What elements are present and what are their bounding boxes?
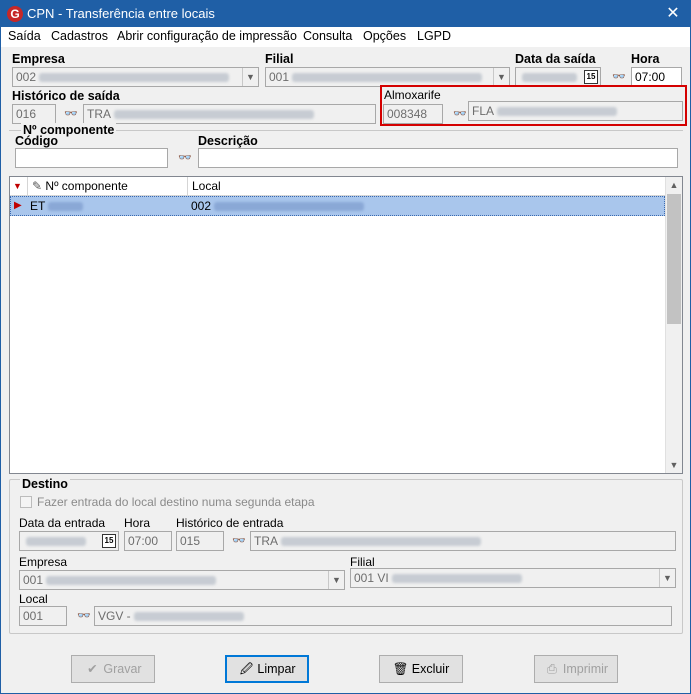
binoculars-icon[interactable]: 👓 bbox=[77, 610, 91, 622]
menu-consulta[interactable]: Consulta bbox=[303, 29, 352, 43]
segunda-etapa-label: Fazer entrada do local destino numa segu… bbox=[37, 495, 315, 509]
data-entrada-label: Data da entrada bbox=[19, 516, 106, 530]
excluir-button[interactable]: 🗑 Excluir bbox=[379, 655, 463, 683]
destino-group: Destino Fazer entrada do local destino n… bbox=[9, 477, 683, 634]
binoculars-icon[interactable]: 👓 bbox=[178, 152, 192, 164]
hora-field[interactable]: 07:00 bbox=[631, 67, 682, 87]
segunda-etapa-checkbox[interactable] bbox=[20, 496, 32, 508]
main-window: G CPN - Transferência entre locais ✕ Saí… bbox=[0, 0, 691, 694]
eraser-icon: 🖉 bbox=[239, 662, 254, 676]
local-code-field[interactable]: 001 bbox=[19, 606, 67, 626]
descricao-label: Descrição bbox=[198, 134, 258, 148]
destino-filial-value: 001 VI bbox=[354, 571, 389, 585]
grid-header: ▼ ✎ Nº componente Local bbox=[10, 177, 665, 196]
cell-componente-value: ET bbox=[30, 199, 46, 213]
gravar-button[interactable]: ✔ Gravar bbox=[71, 655, 155, 683]
destino-hora-field[interactable]: 07:00 bbox=[124, 531, 172, 551]
data-saida-label: Data da saída bbox=[515, 52, 596, 66]
codigo-label: Código bbox=[15, 134, 59, 148]
table-row[interactable]: ▶ ET 002 bbox=[10, 196, 665, 216]
empresa-combo[interactable]: 002 ▼ bbox=[12, 67, 259, 87]
cell-local-value: 002 bbox=[191, 199, 212, 213]
trash-icon: 🗑 bbox=[392, 662, 409, 676]
filial-combo[interactable]: 001 ▼ bbox=[265, 67, 510, 87]
imprimir-button[interactable]: ⎙ Imprimir bbox=[534, 655, 618, 683]
gravar-button-label: Gravar bbox=[103, 662, 142, 676]
app-logo-icon: G bbox=[7, 6, 23, 22]
limpar-button[interactable]: 🖉 Limpar bbox=[225, 655, 309, 683]
chevron-down-icon[interactable]: ▼ bbox=[242, 68, 258, 86]
destino-group-label: Destino bbox=[20, 477, 70, 491]
destino-hora-label: Hora bbox=[124, 516, 151, 530]
sort-indicator-icon[interactable]: ▼ bbox=[10, 177, 28, 196]
chevron-down-icon[interactable]: ▼ bbox=[328, 571, 344, 589]
filial-value: 001 bbox=[269, 70, 290, 84]
edit-document-icon: ✎ bbox=[32, 179, 43, 193]
column-header-local[interactable]: Local bbox=[188, 177, 665, 196]
cell-local[interactable]: 002 bbox=[188, 197, 658, 215]
destino-filial-label: Filial bbox=[350, 555, 375, 569]
historico-desc-value: TRA bbox=[87, 107, 111, 121]
calendar-icon[interactable]: 15 bbox=[584, 70, 598, 84]
printer-icon: ⎙ bbox=[546, 662, 557, 676]
menu-lgpd[interactable]: LGPD bbox=[417, 29, 451, 43]
window-title: CPN - Transferência entre locais bbox=[27, 6, 215, 21]
local-label: Local bbox=[19, 592, 48, 606]
historico-entrada-label: Histórico de entrada bbox=[176, 516, 284, 530]
filial-label: Filial bbox=[265, 52, 294, 66]
menu-abrir-configuracao[interactable]: Abrir configuração de impressão bbox=[117, 29, 297, 43]
destino-empresa-combo[interactable]: 001 ▼ bbox=[19, 570, 345, 590]
historico-desc-field: TRA bbox=[83, 104, 376, 124]
imprimir-button-label: Imprimir bbox=[562, 662, 609, 676]
destino-empresa-value: 001 bbox=[23, 573, 44, 587]
historico-code-field[interactable]: 016 bbox=[12, 104, 56, 124]
highlight-box bbox=[380, 85, 687, 126]
historico-entrada-code-field[interactable]: 015 bbox=[176, 531, 224, 551]
menu-opcoes[interactable]: Opções bbox=[363, 29, 406, 43]
data-saida-field[interactable]: 15 bbox=[515, 67, 601, 87]
empresa-label: Empresa bbox=[12, 52, 65, 66]
descricao-input[interactable] bbox=[198, 148, 678, 168]
cell-componente[interactable]: ET bbox=[27, 197, 187, 215]
local-desc-value: VGV - bbox=[98, 609, 131, 623]
componentes-grid[interactable]: ▼ ✎ Nº componente Local ▶ ET 002 ▲ ▼ bbox=[9, 176, 683, 474]
binoculars-icon[interactable]: 👓 bbox=[64, 108, 78, 120]
scrollbar-thumb[interactable] bbox=[667, 194, 681, 324]
scroll-up-icon[interactable]: ▲ bbox=[666, 177, 682, 193]
row-pointer-icon: ▶ bbox=[14, 200, 22, 211]
historico-saida-label: Histórico de saída bbox=[12, 89, 120, 103]
destino-filial-combo[interactable]: 001 VI ▼ bbox=[350, 568, 676, 588]
column-header-componente[interactable]: ✎ Nº componente bbox=[28, 177, 188, 196]
grid-vertical-scrollbar[interactable]: ▲ ▼ bbox=[665, 177, 682, 473]
menu-cadastros[interactable]: Cadastros bbox=[51, 29, 108, 43]
checkmark-icon: ✔ bbox=[87, 662, 98, 676]
column-header-componente-label: Nº componente bbox=[45, 179, 128, 193]
codigo-input[interactable] bbox=[15, 148, 168, 168]
title-bar: G CPN - Transferência entre locais ✕ bbox=[1, 1, 690, 27]
close-button[interactable]: ✕ bbox=[656, 1, 690, 27]
data-entrada-field[interactable]: 15 bbox=[19, 531, 119, 551]
excluir-button-label: Excluir bbox=[411, 662, 450, 676]
limpar-button-label: Limpar bbox=[257, 662, 296, 676]
destino-empresa-label: Empresa bbox=[19, 555, 68, 569]
calendar-icon[interactable]: 15 bbox=[102, 534, 116, 548]
chevron-down-icon[interactable]: ▼ bbox=[493, 68, 509, 86]
chevron-down-icon[interactable]: ▼ bbox=[659, 569, 675, 587]
local-desc-field: VGV - bbox=[94, 606, 672, 626]
menu-saida[interactable]: Saída bbox=[8, 29, 41, 43]
hora-label: Hora bbox=[631, 52, 660, 66]
binoculars-icon[interactable]: 👓 bbox=[232, 535, 246, 547]
menu-bar: Saída Cadastros Abrir configuração de im… bbox=[1, 27, 690, 47]
historico-entrada-desc-value: TRA bbox=[254, 534, 278, 548]
empresa-value: 002 bbox=[16, 70, 37, 84]
scroll-down-icon[interactable]: ▼ bbox=[666, 457, 682, 473]
binoculars-icon[interactable]: 👓 bbox=[612, 71, 626, 83]
historico-entrada-desc-field: TRA bbox=[250, 531, 676, 551]
